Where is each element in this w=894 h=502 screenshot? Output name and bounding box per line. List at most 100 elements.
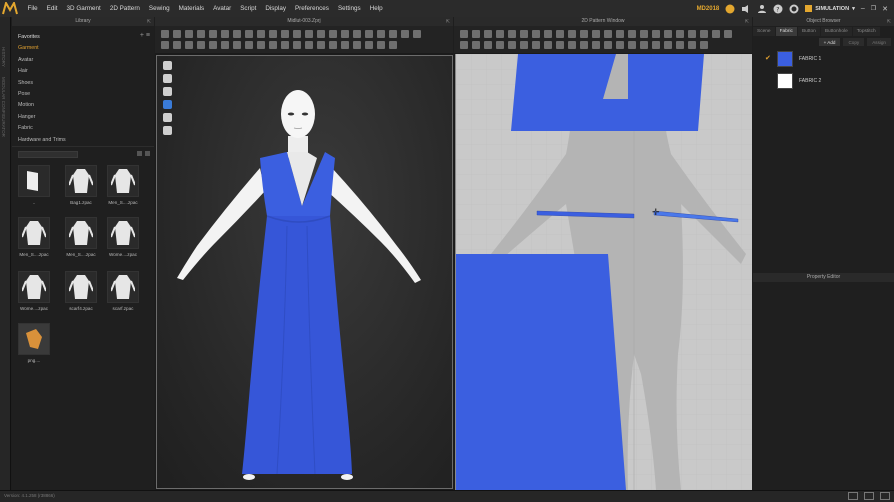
3d-toolbar-tool-icon[interactable]: [209, 41, 217, 49]
2d-toolbar-tool-icon[interactable]: [616, 30, 624, 38]
fabric-list-item[interactable]: FABRIC 2: [753, 70, 894, 92]
3d-toolbar-tool-icon[interactable]: [161, 41, 169, 49]
3d-toolbar-tool-icon[interactable]: [293, 41, 301, 49]
2d-toolbar-tool-icon[interactable]: [556, 41, 564, 49]
library-file-item[interactable]: Wome....zpac: [18, 271, 50, 311]
2d-toolbar-tool-icon[interactable]: [568, 41, 576, 49]
2d-toolbar-tool-icon[interactable]: [508, 30, 516, 38]
3d-toolbar-tool-icon[interactable]: [341, 30, 349, 38]
3d-toolbar-tool-icon[interactable]: [185, 41, 193, 49]
3d-toolbar-tool-icon[interactable]: [173, 41, 181, 49]
2d-toolbar-tool-icon[interactable]: [580, 41, 588, 49]
3d-toolbar-tool-icon[interactable]: [197, 41, 205, 49]
2d-toolbar-tool-icon[interactable]: [520, 30, 528, 38]
library-file-item[interactable]: scarf4.zpac: [65, 271, 97, 311]
3d-toolbar-tool-icon[interactable]: [329, 41, 337, 49]
2d-toolbar-tool-icon[interactable]: [676, 30, 684, 38]
library-category-hardware-and-trims[interactable]: Hardware and Trims: [18, 135, 154, 146]
3d-toolbar-tool-icon[interactable]: [221, 30, 229, 38]
3d-toolbar-tool-icon[interactable]: [389, 30, 397, 38]
library-category-favorites[interactable]: Favorites: [18, 32, 154, 43]
minimize-button[interactable]: –: [861, 5, 865, 12]
library-category-avatar[interactable]: Avatar: [18, 55, 154, 66]
3d-toolbar-tool-icon[interactable]: [329, 30, 337, 38]
tab-button[interactable]: Button: [797, 27, 820, 36]
2d-toolbar-tool-icon[interactable]: [496, 41, 504, 49]
2d-toolbar-tool-icon[interactable]: [592, 30, 600, 38]
2d-toolbar-tool-icon[interactable]: [484, 30, 492, 38]
2d-pattern-viewport[interactable]: ✛: [455, 54, 752, 490]
add-fabric-button[interactable]: + Add: [818, 38, 841, 46]
cloud-icon[interactable]: [725, 4, 735, 14]
chevron-down-icon[interactable]: ▾: [852, 6, 855, 12]
3d-toolbar-tool-icon[interactable]: [353, 41, 361, 49]
3d-toolbar-tool-icon[interactable]: [305, 41, 313, 49]
3d-toolbar-tool-icon[interactable]: [413, 30, 421, 38]
2d-toolbar-tool-icon[interactable]: [484, 41, 492, 49]
library-file-item[interactable]: Wome....zpac: [107, 217, 139, 257]
2d-toolbar-tool-icon[interactable]: [592, 41, 600, 49]
menu-item-2d-pattern[interactable]: 2D Pattern: [105, 0, 144, 17]
undock-icon[interactable]: ⇱: [147, 18, 151, 27]
3d-toolbar-tool-icon[interactable]: [245, 41, 253, 49]
2d-toolbar-tool-icon[interactable]: [472, 30, 480, 38]
3d-toolbar-tool-icon[interactable]: [245, 30, 253, 38]
2d-toolbar-tool-icon[interactable]: [616, 41, 624, 49]
library-file-item[interactable]: Men_S....zpac: [18, 217, 50, 257]
3d-toolbar-tool-icon[interactable]: [281, 41, 289, 49]
3d-toolbar-tool-icon[interactable]: [317, 30, 325, 38]
menu-item-display[interactable]: Display: [261, 0, 291, 17]
3d-toolbar-tool-icon[interactable]: [221, 41, 229, 49]
2d-toolbar-tool-icon[interactable]: [532, 30, 540, 38]
3d-toolbar-tool-icon[interactable]: [209, 30, 217, 38]
2d-toolbar-tool-icon[interactable]: [664, 41, 672, 49]
menu-item-materials[interactable]: Materials: [174, 0, 209, 17]
modular-configurator-tab[interactable]: MODULAR CONFIGURATOR: [1, 77, 6, 137]
2d-toolbar-tool-icon[interactable]: [640, 41, 648, 49]
2d-toolbar-tool-icon[interactable]: [700, 30, 708, 38]
3d-toolbar-tool-icon[interactable]: [269, 41, 277, 49]
close-button[interactable]: ✕: [882, 5, 888, 13]
copy-fabric-button[interactable]: Copy: [843, 38, 865, 46]
2d-toolbar-tool-icon[interactable]: [460, 30, 468, 38]
3d-toolbar-tool-icon[interactable]: [281, 30, 289, 38]
layout-grid-button[interactable]: [880, 492, 890, 500]
tab-fabric[interactable]: Fabric: [775, 27, 797, 36]
2d-toolbar-tool-icon[interactable]: [508, 41, 516, 49]
3d-toolbar-tool-icon[interactable]: [305, 30, 313, 38]
3d-toolbar-tool-icon[interactable]: [341, 41, 349, 49]
menu-item-script[interactable]: Script: [236, 0, 261, 17]
3d-toolbar-tool-icon[interactable]: [269, 30, 277, 38]
2d-toolbar-tool-icon[interactable]: [712, 30, 720, 38]
3d-toolbar-tool-icon[interactable]: [173, 30, 181, 38]
2d-toolbar-tool-icon[interactable]: [688, 30, 696, 38]
3d-toolbar-tool-icon[interactable]: [185, 30, 193, 38]
3d-toolbar-tool-icon[interactable]: [377, 41, 385, 49]
layout-single-button[interactable]: [848, 492, 858, 500]
2d-toolbar-tool-icon[interactable]: [652, 30, 660, 38]
menu-item-file[interactable]: File: [23, 0, 42, 17]
pattern-canvas[interactable]: ✛: [456, 54, 752, 490]
library-category-motion[interactable]: Motion: [18, 100, 154, 111]
tab-scene[interactable]: Scene: [753, 27, 775, 36]
add-category-button[interactable]: + ≡: [140, 32, 150, 39]
library-category-garment[interactable]: Garment: [18, 43, 154, 54]
3d-toolbar-tool-icon[interactable]: [197, 30, 205, 38]
undock-icon[interactable]: ⇱: [887, 18, 891, 27]
tab-buttonhole[interactable]: Buttonhole: [820, 27, 852, 36]
library-category-hair[interactable]: Hair: [18, 66, 154, 77]
2d-toolbar-tool-icon[interactable]: [520, 41, 528, 49]
3d-toolbar-tool-icon[interactable]: [317, 41, 325, 49]
3d-toolbar-tool-icon[interactable]: [365, 41, 373, 49]
library-category-fabric[interactable]: Fabric: [18, 123, 154, 134]
refresh-icon[interactable]: [137, 151, 142, 156]
library-file-item[interactable]: scarf.zpac: [107, 271, 139, 311]
menu-item-settings[interactable]: Settings: [333, 0, 365, 17]
library-file-item[interactable]: png....: [18, 323, 50, 363]
restore-button[interactable]: ❐: [871, 5, 876, 12]
2d-toolbar-tool-icon[interactable]: [568, 30, 576, 38]
library-file-item[interactable]: Men_S....zpac: [65, 217, 97, 257]
2d-toolbar-tool-icon[interactable]: [532, 41, 540, 49]
3d-toolbar-tool-icon[interactable]: [233, 41, 241, 49]
volume-icon[interactable]: [741, 4, 751, 14]
